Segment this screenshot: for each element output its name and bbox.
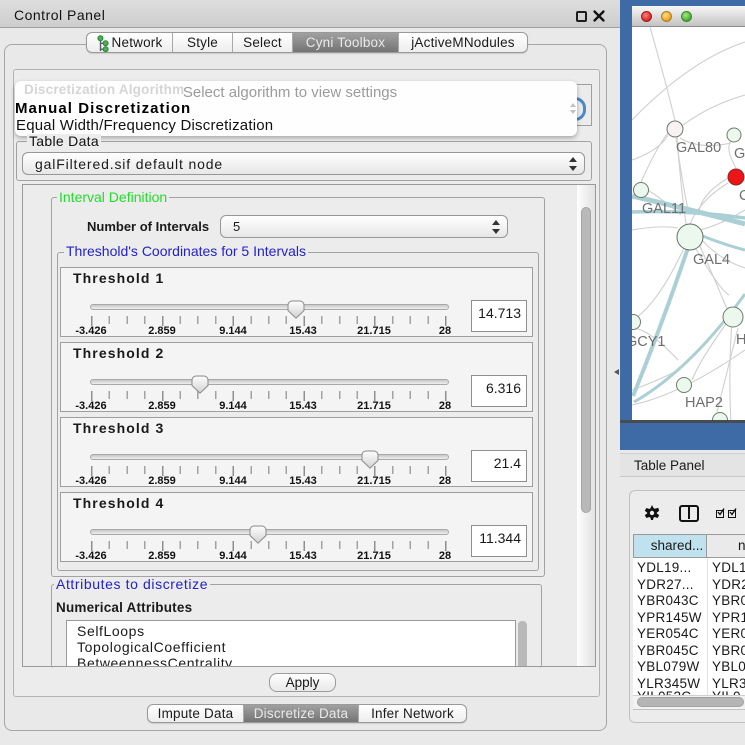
svg-text:HAP2: HAP2 <box>685 395 723 411</box>
svg-text:G.: G. <box>734 146 745 162</box>
svg-text:C: C <box>739 188 745 204</box>
svg-text:GAL4: GAL4 <box>693 252 730 268</box>
svg-text:GCY1: GCY1 <box>632 334 666 350</box>
svg-text:GAL11: GAL11 <box>642 201 686 217</box>
svg-text:GAL80: GAL80 <box>676 140 721 156</box>
svg-text:H: H <box>736 332 745 348</box>
